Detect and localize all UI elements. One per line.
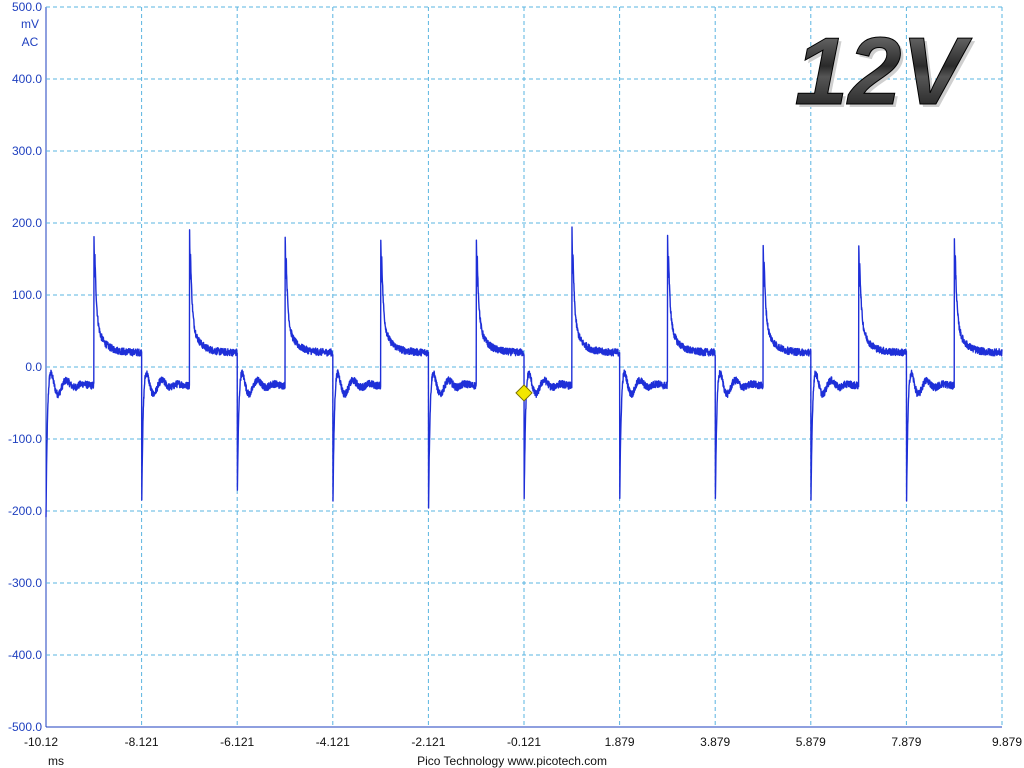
y-unit-label: mV [21, 17, 39, 31]
x-tick-label: -4.121 [316, 735, 350, 749]
x-tick-label: 7.879 [891, 735, 921, 749]
chart-title: 12V [795, 18, 973, 125]
x-tick-label: -2.121 [411, 735, 445, 749]
oscilloscope-chart: 500.0 400.0 300.0 200.0 100.0 0.0 -100.0 -200.0… [8, 0, 1022, 768]
x-tick-label: 5.879 [796, 735, 826, 749]
x-tick-label: 9.879 [992, 735, 1022, 749]
y-tick-label: 200.0 [12, 216, 42, 230]
y-tick-label: 500.0 [12, 0, 42, 14]
y-tick-label: -500.0 [8, 720, 42, 734]
y-tick-label: 400.0 [12, 72, 42, 86]
x-tick-label: 1.879 [605, 735, 635, 749]
x-tick-label: -8.121 [125, 735, 159, 749]
x-tick-label: 3.879 [700, 735, 730, 749]
y-tick-label: 100.0 [12, 288, 42, 302]
trigger-marker [515, 384, 533, 402]
y-tick-label: -200.0 [8, 504, 42, 518]
y-tick-label: -100.0 [8, 432, 42, 446]
y-tick-label: -400.0 [8, 648, 42, 662]
series-line-voltage [45, 226, 1003, 518]
footer-credit: Pico Technology www.picotech.com [417, 754, 607, 768]
y-tick-labels: 500.0 400.0 300.0 200.0 100.0 0.0 -100.0 -200.0… [8, 0, 42, 734]
y-coupling-label: AC [22, 35, 39, 49]
y-tick-label: -300.0 [8, 576, 42, 590]
x-tick-label: -0.121 [507, 735, 541, 749]
x-unit-label: ms [48, 754, 64, 768]
y-tick-label: 300.0 [12, 144, 42, 158]
x-tick-label: -10.12 [24, 735, 58, 749]
x-tick-label: -6.121 [220, 735, 254, 749]
x-tick-labels: -10.12 -8.121 -6.121 -4.121 -2.121 -0.121 1.87… [24, 735, 1022, 749]
y-tick-label: 0.0 [25, 360, 42, 374]
